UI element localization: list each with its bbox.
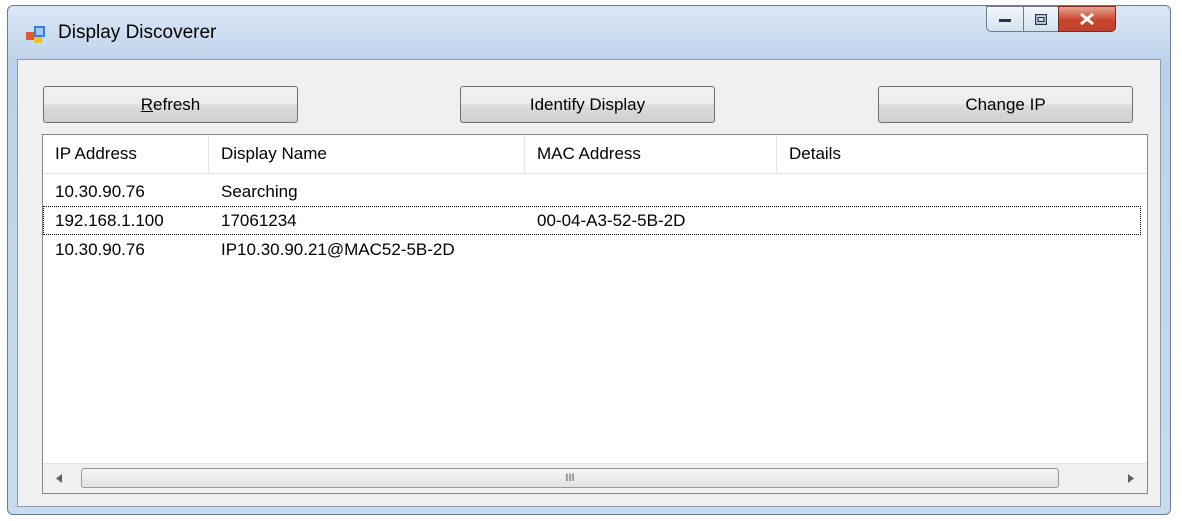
scrollbar-grip: III — [565, 472, 575, 484]
refresh-button[interactable]: Refresh — [43, 86, 298, 123]
table-row[interactable]: 10.30.90.76 Searching — [43, 177, 1141, 206]
display-list[interactable]: IP Address Display Name MAC Address Deta… — [42, 134, 1148, 494]
maximize-button[interactable] — [1023, 6, 1059, 32]
cell-details — [777, 206, 1141, 235]
list-header: IP Address Display Name MAC Address Deta… — [43, 135, 1147, 174]
identify-display-button[interactable]: Identify Display — [460, 86, 715, 123]
cell-ip-address: 192.168.1.100 — [55, 211, 164, 230]
column-header-mac-address[interactable]: MAC Address — [525, 135, 777, 173]
scroll-left-button[interactable] — [47, 464, 71, 493]
cell-mac-address: 00-04-A3-52-5B-2D — [537, 211, 686, 230]
window-title: Display Discoverer — [58, 22, 217, 43]
column-header-details[interactable]: Details — [777, 135, 1141, 173]
scroll-right-button[interactable] — [1119, 464, 1143, 493]
client-area: Refresh Identify Display Change IP IP Ad… — [17, 59, 1161, 507]
arrow-left-icon — [56, 474, 62, 483]
app-icon — [26, 26, 45, 43]
cell-mac-address — [525, 235, 777, 264]
change-ip-button[interactable]: Change IP — [878, 86, 1133, 123]
cell-mac-address — [525, 177, 777, 206]
maximize-icon — [1035, 13, 1047, 25]
cell-display-name: 17061234 — [221, 211, 297, 230]
change-ip-button-label: Change IP — [965, 94, 1046, 114]
title-bar[interactable]: Display Discoverer — [8, 6, 1170, 58]
cell-display-name: Searching — [221, 182, 298, 201]
cell-details — [777, 177, 1141, 206]
arrow-right-icon — [1128, 474, 1134, 483]
cell-ip-address: 10.30.90.76 — [55, 240, 145, 259]
close-icon — [1080, 13, 1094, 25]
cell-details — [777, 235, 1141, 264]
minimize-button[interactable] — [986, 6, 1024, 32]
column-header-ip-address[interactable]: IP Address — [43, 135, 209, 173]
cell-ip-address: 10.30.90.76 — [55, 182, 145, 201]
close-button[interactable] — [1058, 6, 1116, 32]
scrollbar-thumb[interactable]: III — [81, 468, 1059, 488]
identify-display-button-label: Identify Display — [529, 94, 646, 114]
horizontal-scrollbar[interactable]: III — [43, 463, 1147, 493]
table-row[interactable]: 192.168.1.100 17061234 00-04-A3-52-5B-2D — [43, 206, 1141, 235]
minimize-icon — [999, 19, 1011, 22]
table-row[interactable]: 10.30.90.76 IP10.30.90.21@MAC52-5B-2D — [43, 235, 1141, 264]
column-header-display-name[interactable]: Display Name — [209, 135, 525, 173]
refresh-button-label: Refresh — [140, 94, 201, 114]
cell-display-name: IP10.30.90.21@MAC52-5B-2D — [221, 240, 455, 259]
app-window: Display Discoverer Refresh Identify Disp… — [7, 5, 1171, 515]
